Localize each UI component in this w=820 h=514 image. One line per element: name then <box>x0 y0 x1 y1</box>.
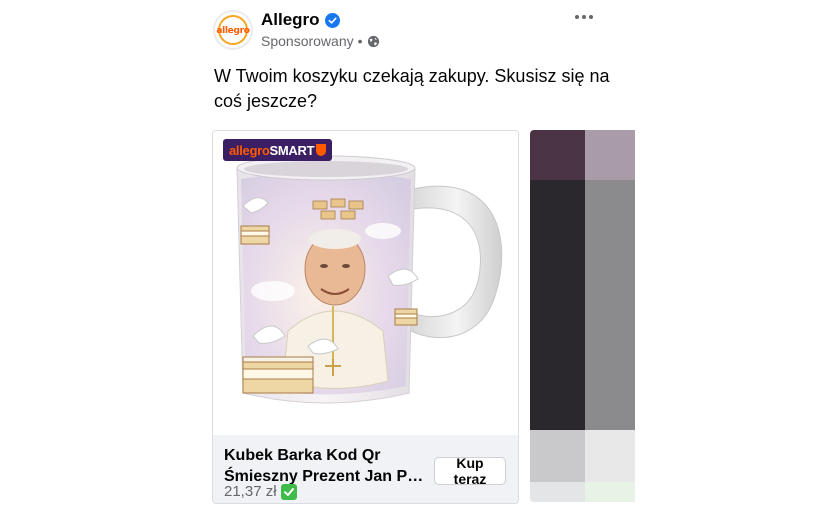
post-text-line: coś jeszcze? <box>214 91 318 111</box>
globe-icon <box>367 35 380 48</box>
pixel-block <box>530 130 585 180</box>
avatar-logo-text: allegro <box>216 26 250 36</box>
badge-allegro-text: allegro <box>229 142 270 158</box>
page-avatar[interactable]: allegro <box>213 10 253 50</box>
badge-smart-text: SMART <box>269 142 315 158</box>
verified-check-icon <box>324 12 340 28</box>
pixel-block <box>530 482 585 502</box>
mug-illustration <box>236 155 503 404</box>
more-dot <box>582 15 586 19</box>
carousel-card-next[interactable] <box>530 130 635 502</box>
pixel-block <box>585 130 635 180</box>
separator-dot: • <box>357 33 363 49</box>
page-name-row: Allegro <box>261 10 340 30</box>
price-row: 21,37 zł <box>224 483 297 500</box>
buy-now-button[interactable]: Kup teraz <box>434 455 506 487</box>
pixel-block <box>530 180 585 430</box>
more-options-icon[interactable] <box>570 6 598 28</box>
pixel-block <box>585 180 635 430</box>
more-dot <box>575 15 579 19</box>
post-text: W Twoim koszyku czekają zakupy. Skusisz … <box>214 64 614 114</box>
smart-shield-icon <box>316 144 327 156</box>
post-text-line: W Twoim koszyku czekają zakupy. Skusisz … <box>214 66 610 86</box>
facebook-sponsored-post: allegro Allegro Sponsorowany • W Twoim k… <box>0 0 820 514</box>
carousel-card-product[interactable]: allegro SMART Kubek Barka Kod Qr Śmieszn… <box>212 130 519 504</box>
pixel-block <box>585 482 635 502</box>
check-mark-icon <box>280 483 297 500</box>
product-price: 21,37 zł <box>224 483 277 500</box>
sponsored-row: Sponsorowany • <box>261 33 380 49</box>
product-image[interactable]: allegro SMART <box>213 131 518 435</box>
pixel-block <box>530 430 585 482</box>
product-title-line: Kubek Barka Kod Qr <box>224 447 381 464</box>
product-title[interactable]: Kubek Barka Kod Qr Śmieszny Prezent Jan … <box>224 445 424 487</box>
sponsored-label[interactable]: Sponsorowany <box>261 33 354 49</box>
allegro-smart-badge: allegro SMART <box>223 139 333 161</box>
more-dot <box>589 15 593 19</box>
pixel-block <box>585 430 635 482</box>
page-name[interactable]: Allegro <box>261 10 320 30</box>
card-footer: Kubek Barka Kod Qr Śmieszny Prezent Jan … <box>213 435 518 503</box>
